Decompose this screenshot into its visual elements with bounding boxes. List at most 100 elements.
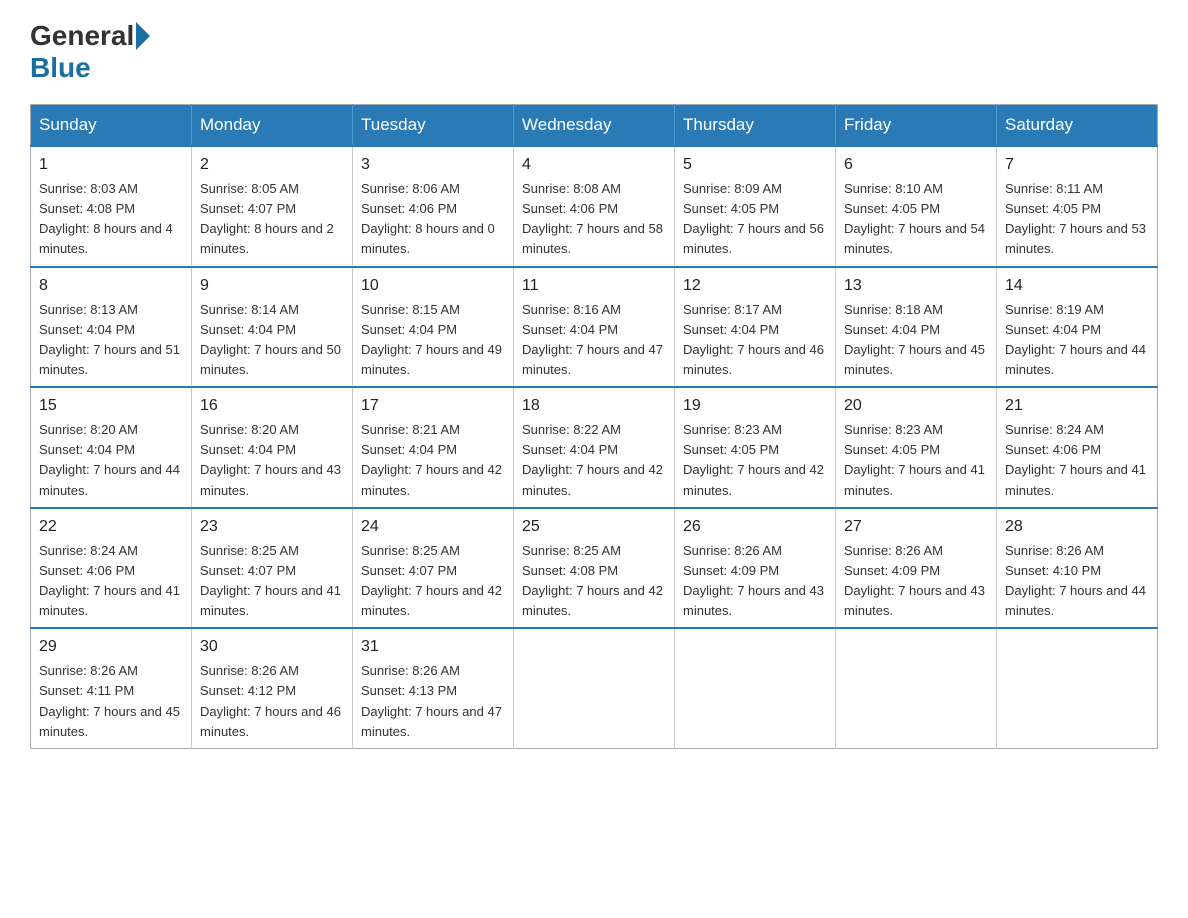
day-number: 26 (683, 515, 827, 539)
calendar-cell: 25Sunrise: 8:25 AMSunset: 4:08 PMDayligh… (514, 508, 675, 629)
weekday-header-wednesday: Wednesday (514, 105, 675, 147)
calendar-cell: 9Sunrise: 8:14 AMSunset: 4:04 PMDaylight… (192, 267, 353, 388)
day-number: 27 (844, 515, 988, 539)
day-number: 4 (522, 153, 666, 177)
day-info: Sunrise: 8:26 AMSunset: 4:09 PMDaylight:… (844, 541, 988, 622)
day-number: 20 (844, 394, 988, 418)
day-info: Sunrise: 8:20 AMSunset: 4:04 PMDaylight:… (200, 420, 344, 501)
page-header: General Blue (30, 20, 1158, 84)
day-number: 29 (39, 635, 183, 659)
day-info: Sunrise: 8:19 AMSunset: 4:04 PMDaylight:… (1005, 300, 1149, 381)
weekday-header-thursday: Thursday (675, 105, 836, 147)
calendar-week-row: 8Sunrise: 8:13 AMSunset: 4:04 PMDaylight… (31, 267, 1158, 388)
day-number: 28 (1005, 515, 1149, 539)
calendar-cell: 30Sunrise: 8:26 AMSunset: 4:12 PMDayligh… (192, 628, 353, 748)
weekday-header-tuesday: Tuesday (353, 105, 514, 147)
calendar-cell (836, 628, 997, 748)
day-number: 24 (361, 515, 505, 539)
day-info: Sunrise: 8:23 AMSunset: 4:05 PMDaylight:… (683, 420, 827, 501)
calendar-cell: 23Sunrise: 8:25 AMSunset: 4:07 PMDayligh… (192, 508, 353, 629)
calendar-cell: 2Sunrise: 8:05 AMSunset: 4:07 PMDaylight… (192, 146, 353, 267)
day-info: Sunrise: 8:24 AMSunset: 4:06 PMDaylight:… (1005, 420, 1149, 501)
day-info: Sunrise: 8:24 AMSunset: 4:06 PMDaylight:… (39, 541, 183, 622)
day-info: Sunrise: 8:20 AMSunset: 4:04 PMDaylight:… (39, 420, 183, 501)
day-info: Sunrise: 8:03 AMSunset: 4:08 PMDaylight:… (39, 179, 183, 260)
day-info: Sunrise: 8:17 AMSunset: 4:04 PMDaylight:… (683, 300, 827, 381)
calendar-cell (997, 628, 1158, 748)
day-info: Sunrise: 8:15 AMSunset: 4:04 PMDaylight:… (361, 300, 505, 381)
calendar-cell: 5Sunrise: 8:09 AMSunset: 4:05 PMDaylight… (675, 146, 836, 267)
day-number: 6 (844, 153, 988, 177)
calendar-week-row: 29Sunrise: 8:26 AMSunset: 4:11 PMDayligh… (31, 628, 1158, 748)
day-info: Sunrise: 8:21 AMSunset: 4:04 PMDaylight:… (361, 420, 505, 501)
calendar-cell: 3Sunrise: 8:06 AMSunset: 4:06 PMDaylight… (353, 146, 514, 267)
day-number: 3 (361, 153, 505, 177)
day-number: 10 (361, 274, 505, 298)
calendar-cell: 8Sunrise: 8:13 AMSunset: 4:04 PMDaylight… (31, 267, 192, 388)
calendar-cell: 16Sunrise: 8:20 AMSunset: 4:04 PMDayligh… (192, 387, 353, 508)
calendar-cell: 11Sunrise: 8:16 AMSunset: 4:04 PMDayligh… (514, 267, 675, 388)
calendar-cell: 15Sunrise: 8:20 AMSunset: 4:04 PMDayligh… (31, 387, 192, 508)
calendar-cell (514, 628, 675, 748)
day-number: 2 (200, 153, 344, 177)
calendar-cell: 4Sunrise: 8:08 AMSunset: 4:06 PMDaylight… (514, 146, 675, 267)
calendar-cell (675, 628, 836, 748)
day-info: Sunrise: 8:22 AMSunset: 4:04 PMDaylight:… (522, 420, 666, 501)
day-number: 14 (1005, 274, 1149, 298)
calendar-table: SundayMondayTuesdayWednesdayThursdayFrid… (30, 104, 1158, 749)
day-number: 17 (361, 394, 505, 418)
calendar-cell: 13Sunrise: 8:18 AMSunset: 4:04 PMDayligh… (836, 267, 997, 388)
calendar-cell: 12Sunrise: 8:17 AMSunset: 4:04 PMDayligh… (675, 267, 836, 388)
day-info: Sunrise: 8:10 AMSunset: 4:05 PMDaylight:… (844, 179, 988, 260)
day-number: 5 (683, 153, 827, 177)
weekday-header-monday: Monday (192, 105, 353, 147)
calendar-cell: 22Sunrise: 8:24 AMSunset: 4:06 PMDayligh… (31, 508, 192, 629)
day-info: Sunrise: 8:25 AMSunset: 4:07 PMDaylight:… (361, 541, 505, 622)
logo-general: General (30, 20, 134, 52)
calendar-cell: 21Sunrise: 8:24 AMSunset: 4:06 PMDayligh… (997, 387, 1158, 508)
day-info: Sunrise: 8:23 AMSunset: 4:05 PMDaylight:… (844, 420, 988, 501)
weekday-header-row: SundayMondayTuesdayWednesdayThursdayFrid… (31, 105, 1158, 147)
calendar-cell: 28Sunrise: 8:26 AMSunset: 4:10 PMDayligh… (997, 508, 1158, 629)
calendar-cell: 20Sunrise: 8:23 AMSunset: 4:05 PMDayligh… (836, 387, 997, 508)
day-number: 23 (200, 515, 344, 539)
calendar-cell: 7Sunrise: 8:11 AMSunset: 4:05 PMDaylight… (997, 146, 1158, 267)
calendar-cell: 18Sunrise: 8:22 AMSunset: 4:04 PMDayligh… (514, 387, 675, 508)
logo-text: General (30, 20, 152, 52)
calendar-cell: 29Sunrise: 8:26 AMSunset: 4:11 PMDayligh… (31, 628, 192, 748)
day-info: Sunrise: 8:26 AMSunset: 4:11 PMDaylight:… (39, 661, 183, 742)
day-number: 18 (522, 394, 666, 418)
calendar-week-row: 15Sunrise: 8:20 AMSunset: 4:04 PMDayligh… (31, 387, 1158, 508)
calendar-week-row: 22Sunrise: 8:24 AMSunset: 4:06 PMDayligh… (31, 508, 1158, 629)
day-number: 1 (39, 153, 183, 177)
calendar-week-row: 1Sunrise: 8:03 AMSunset: 4:08 PMDaylight… (31, 146, 1158, 267)
day-number: 11 (522, 274, 666, 298)
day-number: 25 (522, 515, 666, 539)
calendar-cell: 26Sunrise: 8:26 AMSunset: 4:09 PMDayligh… (675, 508, 836, 629)
day-number: 16 (200, 394, 344, 418)
weekday-header-saturday: Saturday (997, 105, 1158, 147)
day-info: Sunrise: 8:09 AMSunset: 4:05 PMDaylight:… (683, 179, 827, 260)
day-number: 15 (39, 394, 183, 418)
calendar-cell: 17Sunrise: 8:21 AMSunset: 4:04 PMDayligh… (353, 387, 514, 508)
calendar-cell: 1Sunrise: 8:03 AMSunset: 4:08 PMDaylight… (31, 146, 192, 267)
day-number: 31 (361, 635, 505, 659)
weekday-header-sunday: Sunday (31, 105, 192, 147)
day-number: 12 (683, 274, 827, 298)
day-info: Sunrise: 8:06 AMSunset: 4:06 PMDaylight:… (361, 179, 505, 260)
day-number: 21 (1005, 394, 1149, 418)
day-number: 8 (39, 274, 183, 298)
calendar-cell: 14Sunrise: 8:19 AMSunset: 4:04 PMDayligh… (997, 267, 1158, 388)
calendar-cell: 31Sunrise: 8:26 AMSunset: 4:13 PMDayligh… (353, 628, 514, 748)
weekday-header-friday: Friday (836, 105, 997, 147)
day-info: Sunrise: 8:25 AMSunset: 4:08 PMDaylight:… (522, 541, 666, 622)
day-info: Sunrise: 8:26 AMSunset: 4:13 PMDaylight:… (361, 661, 505, 742)
logo-blue: Blue (30, 52, 91, 84)
calendar-cell: 10Sunrise: 8:15 AMSunset: 4:04 PMDayligh… (353, 267, 514, 388)
calendar-cell: 6Sunrise: 8:10 AMSunset: 4:05 PMDaylight… (836, 146, 997, 267)
logo-arrow-icon (136, 22, 150, 50)
day-info: Sunrise: 8:26 AMSunset: 4:09 PMDaylight:… (683, 541, 827, 622)
day-info: Sunrise: 8:13 AMSunset: 4:04 PMDaylight:… (39, 300, 183, 381)
day-info: Sunrise: 8:18 AMSunset: 4:04 PMDaylight:… (844, 300, 988, 381)
day-info: Sunrise: 8:08 AMSunset: 4:06 PMDaylight:… (522, 179, 666, 260)
